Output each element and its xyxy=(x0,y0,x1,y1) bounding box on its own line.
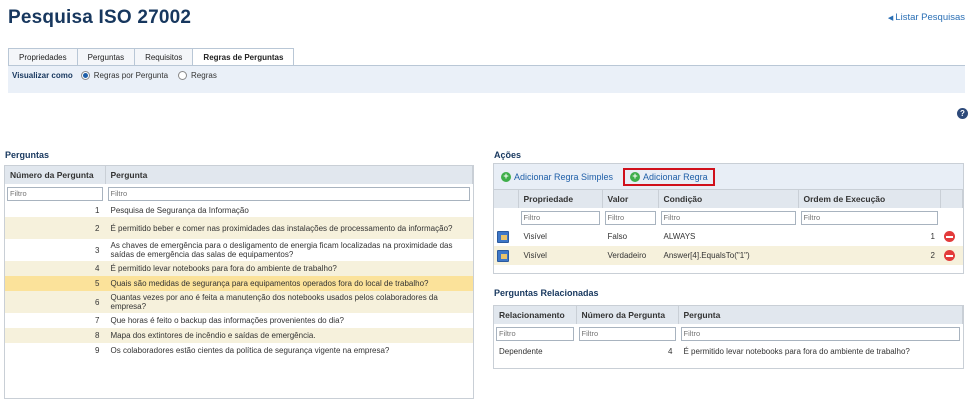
rules-grid: Propriedade Valor Condição Ordem de Exec… xyxy=(493,190,964,274)
triangle-left-icon: ◀ xyxy=(887,14,894,22)
filter-related-number[interactable] xyxy=(578,326,676,341)
question-text: É permitido levar notebooks para fora do… xyxy=(105,261,473,276)
col-question[interactable]: Pergunta xyxy=(105,166,473,184)
question-text: É permitido beber e comer nas proximidad… xyxy=(105,217,473,239)
col-condition[interactable]: Condição xyxy=(658,190,799,208)
question-text: Quantas vezes por ano é feita a manutenç… xyxy=(105,291,473,313)
col-related-number[interactable]: Número da Pergunta xyxy=(576,306,679,324)
page-title: Pesquisa ISO 27002 xyxy=(8,7,192,28)
questions-grid: Número da Pergunta Pergunta 1 Pesquisa d… xyxy=(4,165,474,399)
filter-question-number[interactable] xyxy=(7,186,103,201)
add-icon: + xyxy=(630,171,641,182)
related-number: 4 xyxy=(576,343,678,359)
tab-bar: Propriedades Perguntas Requisitos Regras… xyxy=(8,48,295,66)
question-text: Que horas é feito o backup das informaçõ… xyxy=(105,313,473,328)
filter-property[interactable] xyxy=(520,210,600,225)
related-question-text: É permitido levar notebooks para fora do… xyxy=(678,343,963,359)
tab-question-rules[interactable]: Regras de Perguntas xyxy=(192,48,295,66)
rule-property: Visível xyxy=(518,246,602,265)
table-row[interactable]: 3 As chaves de emergência para o desliga… xyxy=(5,239,473,261)
help-icon[interactable]: ? xyxy=(957,108,968,119)
tab-properties[interactable]: Propriedades xyxy=(8,48,78,65)
add-simple-rule-label: Adicionar Regra Simples xyxy=(514,171,614,182)
col-question-number[interactable]: Número da Pergunta xyxy=(5,166,106,184)
rule-order: 2 xyxy=(798,246,941,265)
question-number: 4 xyxy=(5,261,105,276)
filter-spacer xyxy=(494,208,518,227)
filter-execution-order[interactable] xyxy=(800,210,938,225)
question-text: Pesquisa de Segurança da Informação xyxy=(105,203,473,217)
table-row[interactable]: 7 Que horas é feito o backup das informa… xyxy=(5,313,473,328)
question-text: As chaves de emergência para o desligame… xyxy=(105,239,473,261)
question-number: 3 xyxy=(5,239,105,261)
delete-icon[interactable] xyxy=(944,250,955,261)
filter-question[interactable] xyxy=(107,186,470,201)
radio-rules-by-question-label: Regras por Pergunta xyxy=(93,71,169,80)
question-number: 2 xyxy=(5,217,105,239)
questions-title: Perguntas xyxy=(5,150,50,160)
add-simple-rule-button[interactable]: + Adicionar Regra Simples xyxy=(501,171,614,182)
filter-condition[interactable] xyxy=(660,210,796,225)
col-relation[interactable]: Relacionamento xyxy=(494,306,577,324)
view-options-bar: Visualizar como Regras por Pergunta Regr… xyxy=(8,65,965,93)
col-delete xyxy=(940,190,963,208)
table-row[interactable]: 4 É permitido levar notebooks para fora … xyxy=(5,261,473,276)
add-icon: + xyxy=(501,171,511,182)
table-row[interactable]: 6 Quantas vezes por ano é feita a manute… xyxy=(5,291,473,313)
question-number: 7 xyxy=(5,313,105,328)
list-surveys-link[interactable]: ◀ Listar Pesquisas xyxy=(888,12,965,23)
list-surveys-label: Listar Pesquisas xyxy=(895,12,965,23)
edit-icon[interactable] xyxy=(497,230,509,243)
table-row[interactable]: Visível Verdadeiro Answer[4].EqualsTo("1… xyxy=(494,246,963,265)
table-row[interactable]: Dependente 4 É permitido levar notebooks… xyxy=(494,343,963,359)
table-row[interactable]: Visível Falso ALWAYS 1 xyxy=(494,227,963,246)
add-rule-button[interactable]: + Adicionar Regra xyxy=(623,167,715,186)
question-text: Mapa dos extintores de incêndio e saídas… xyxy=(105,328,473,343)
table-row[interactable]: 2 É permitido beber e comer nas proximid… xyxy=(5,217,473,239)
question-number: 1 xyxy=(5,203,105,217)
table-row-selected[interactable]: 5 Quais são medidas de segurança para eq… xyxy=(5,276,473,291)
question-number: 5 xyxy=(5,276,105,291)
tab-requirements[interactable]: Requisitos xyxy=(134,48,194,65)
radio-rules-by-question[interactable] xyxy=(80,71,90,80)
rule-value: Verdadeiro xyxy=(602,246,658,265)
actions-title: Ações xyxy=(494,150,522,160)
question-text: Quais são medidas de segurança para equi… xyxy=(105,276,473,291)
actions-toolbar: + Adicionar Regra Simples + Adicionar Re… xyxy=(493,163,964,190)
col-edit xyxy=(494,190,519,208)
col-property[interactable]: Propriedade xyxy=(518,190,603,208)
col-execution-order[interactable]: Ordem de Execução xyxy=(798,190,941,208)
question-number: 8 xyxy=(5,328,105,343)
rule-order: 1 xyxy=(798,227,941,246)
rule-property: Visível xyxy=(518,227,602,246)
table-row[interactable]: 8 Mapa dos extintores de incêndio e saíd… xyxy=(5,328,473,343)
related-relation: Dependente xyxy=(494,343,576,359)
view-as-label: Visualizar como xyxy=(12,71,73,80)
filter-spacer xyxy=(941,208,963,227)
related-questions-title: Perguntas Relacionadas xyxy=(494,288,599,298)
rule-condition: Answer[4].EqualsTo("1") xyxy=(658,246,798,265)
related-questions-grid: Relacionamento Número da Pergunta Pergun… xyxy=(493,305,964,369)
col-related-question[interactable]: Pergunta xyxy=(678,306,963,324)
add-rule-label: Adicionar Regra xyxy=(643,171,708,182)
rule-value: Falso xyxy=(602,227,658,246)
rule-condition: ALWAYS xyxy=(658,227,798,246)
edit-icon[interactable] xyxy=(497,249,509,262)
delete-icon[interactable] xyxy=(944,231,955,242)
filter-relation[interactable] xyxy=(496,326,574,341)
tab-questions[interactable]: Perguntas xyxy=(76,48,136,65)
radio-rules-label: Regras xyxy=(191,71,217,80)
radio-rules[interactable] xyxy=(178,71,188,80)
filter-related-question[interactable] xyxy=(680,326,960,341)
question-text: Os colaboradores estão cientes da políti… xyxy=(105,343,473,358)
filter-value[interactable] xyxy=(604,210,656,225)
col-value[interactable]: Valor xyxy=(602,190,659,208)
table-row[interactable]: 1 Pesquisa de Segurança da Informação xyxy=(5,203,473,217)
question-number: 9 xyxy=(5,343,105,358)
question-number: 6 xyxy=(5,291,105,313)
table-row[interactable]: 9 Os colaboradores estão cientes da polí… xyxy=(5,343,473,358)
